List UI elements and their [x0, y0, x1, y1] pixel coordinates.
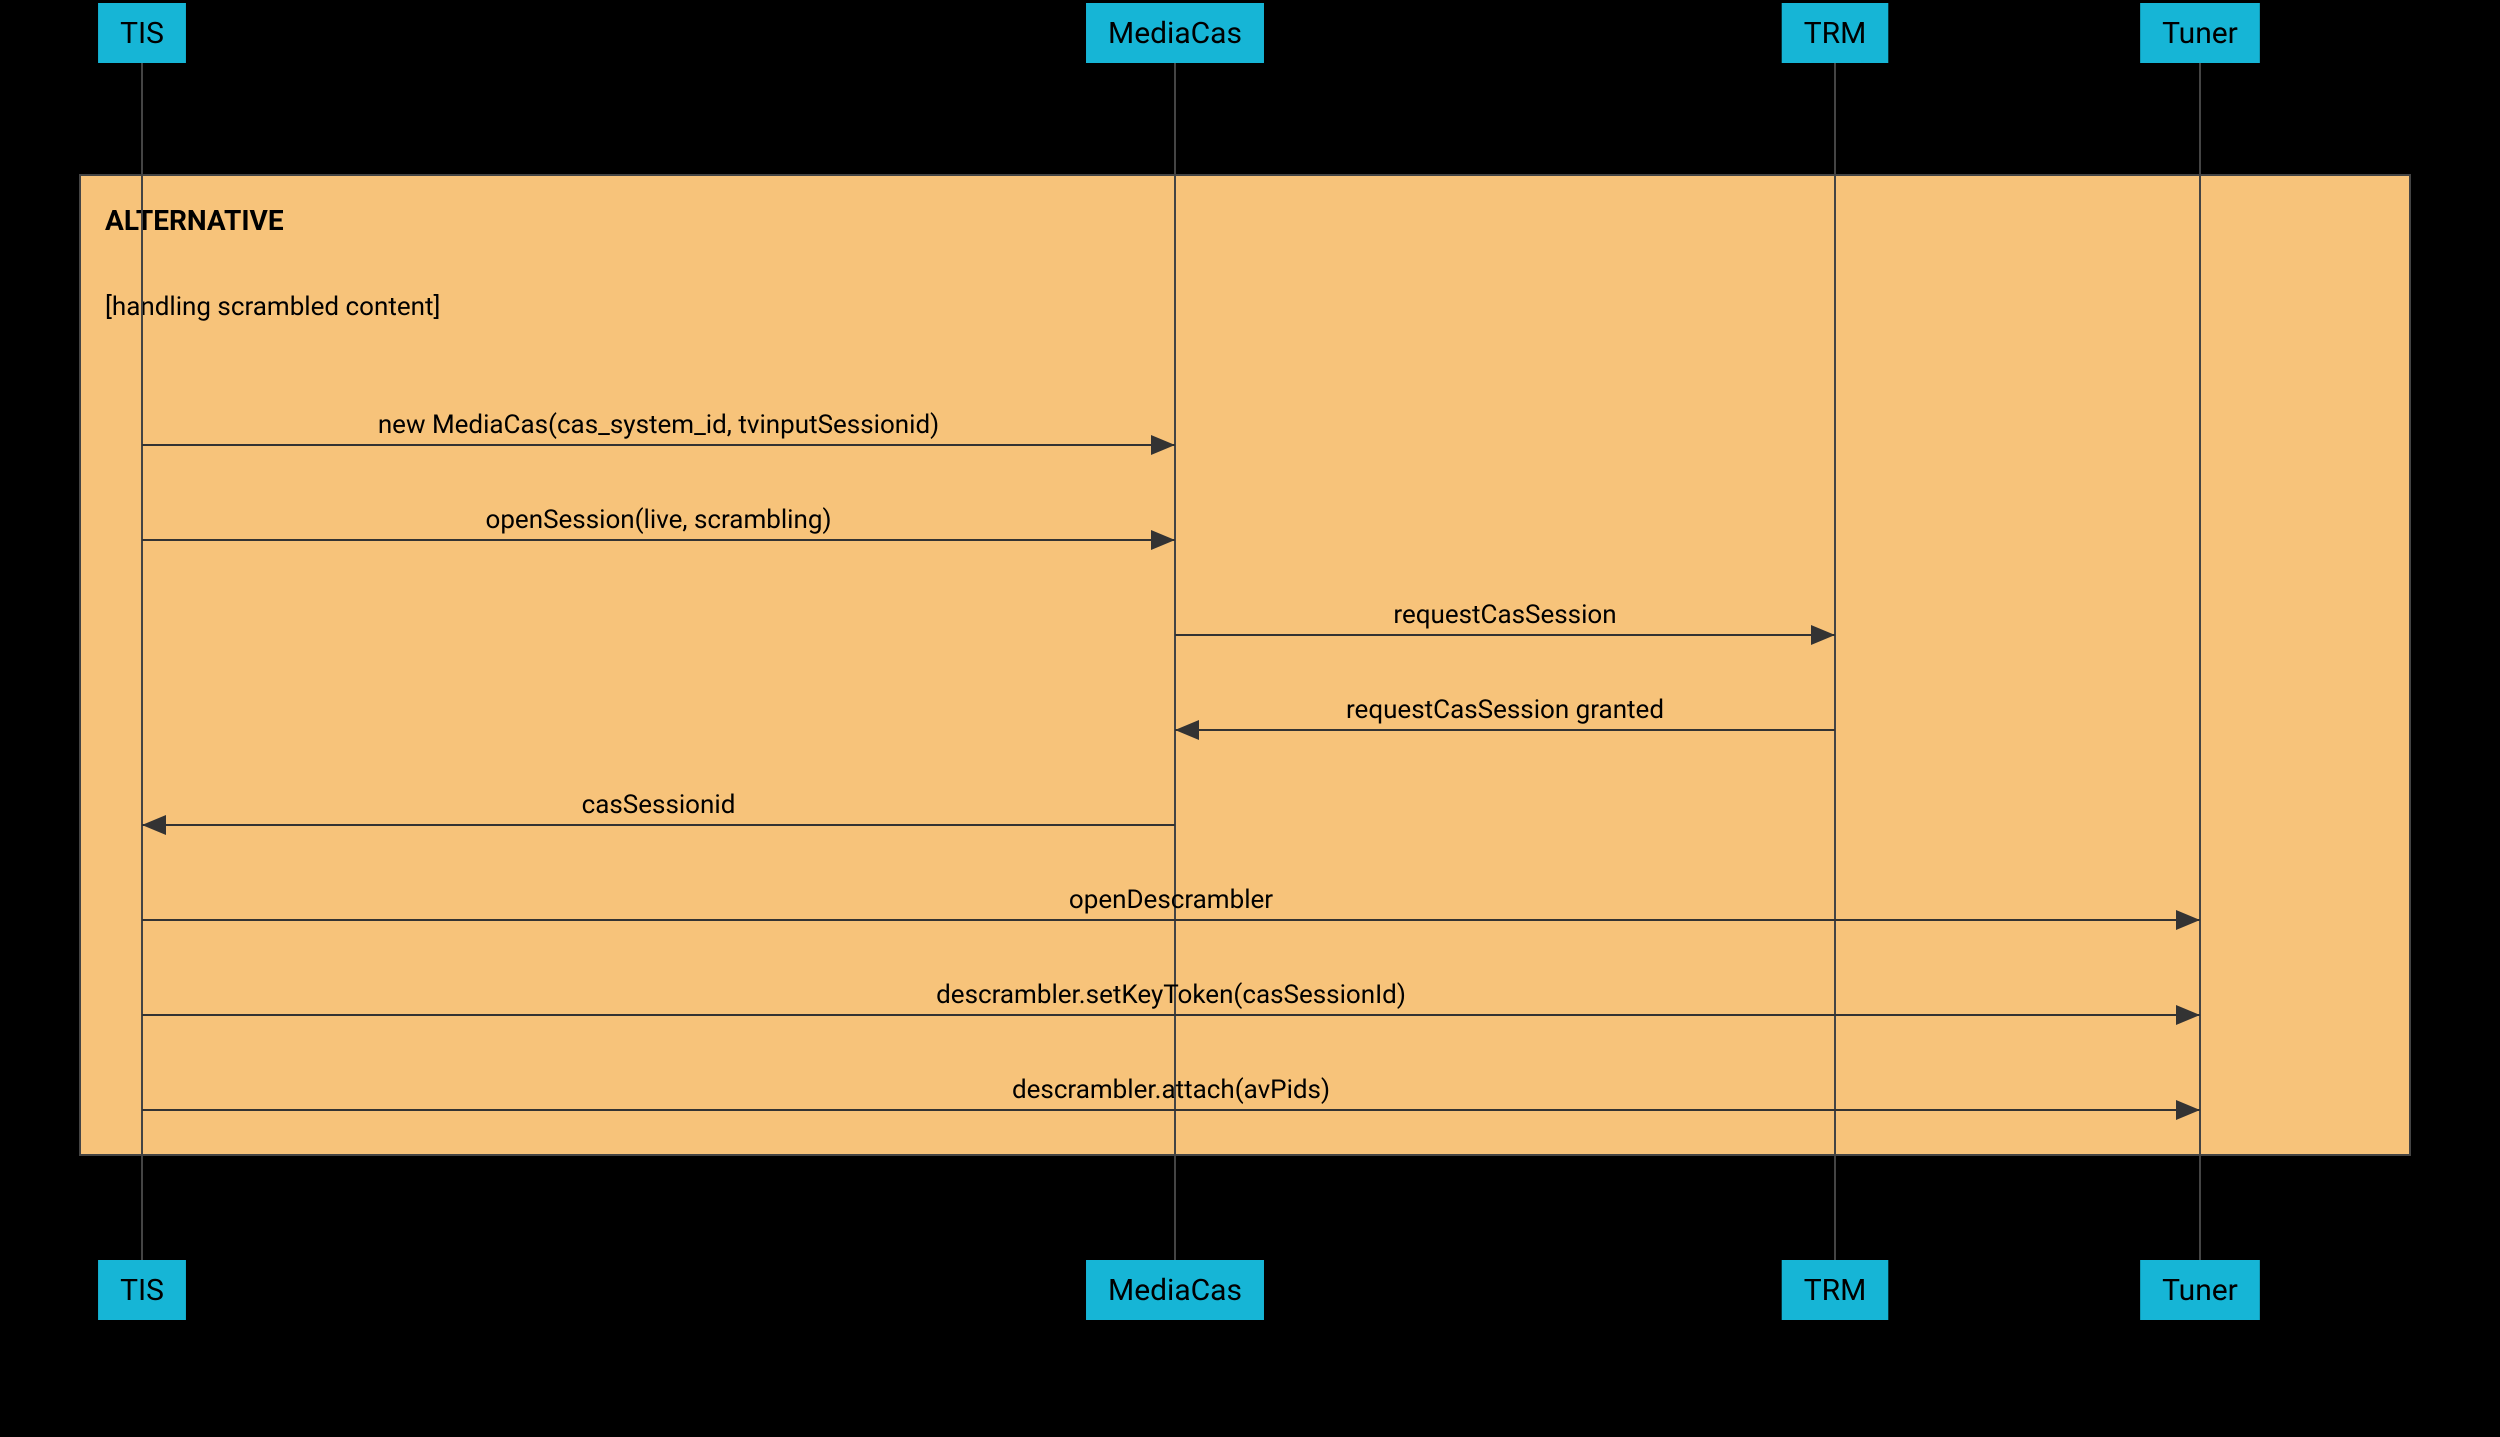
participant-label-trm-top: TRM — [1804, 16, 1867, 51]
participant-label-tis-bottom: TIS — [120, 1273, 164, 1308]
participant-label-tis-top: TIS — [120, 16, 164, 51]
participant-label-mediacas-bottom: MediaCas — [1108, 1273, 1242, 1308]
message-label-4: casSessionid — [582, 790, 736, 820]
participant-label-tuner-top: Tuner — [2162, 16, 2238, 51]
participant-label-tuner-bottom: Tuner — [2162, 1273, 2238, 1308]
alt-condition: [handling scrambled content] — [105, 292, 440, 322]
message-label-1: openSession(live, scrambling) — [486, 505, 832, 535]
participant-label-mediacas-top: MediaCas — [1108, 16, 1242, 51]
message-label-2: requestCasSession — [1393, 600, 1616, 630]
message-label-5: openDescrambler — [1069, 885, 1273, 915]
alt-title: ALTERNATIVE — [105, 204, 284, 237]
sequence-diagram: ALTERNATIVE[handling scrambled content] … — [0, 0, 2500, 1437]
message-label-7: descrambler.attach(avPids) — [1012, 1075, 1330, 1105]
message-label-3: requestCasSession granted — [1346, 695, 1664, 725]
participant-label-trm-bottom: TRM — [1804, 1273, 1867, 1308]
message-label-6: descrambler.setKeyToken(casSessionId) — [936, 980, 1406, 1010]
message-label-0: new MediaCas(cas_system_id, tvinputSessi… — [378, 410, 939, 440]
